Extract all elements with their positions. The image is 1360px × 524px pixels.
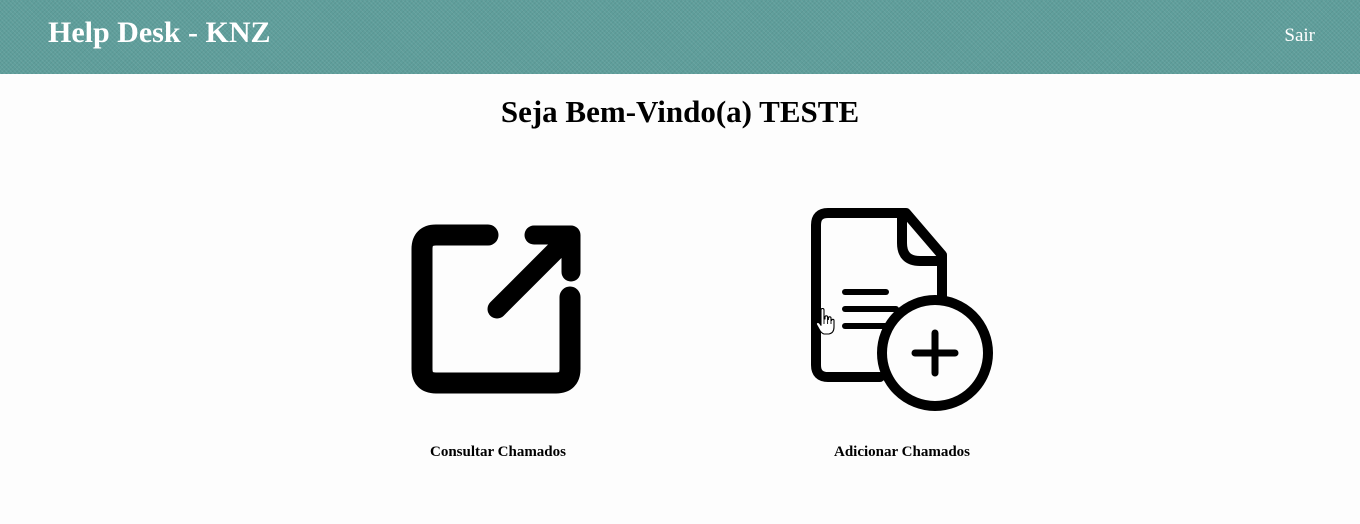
add-tickets-button[interactable]: Adicionar Chamados: [772, 205, 1032, 475]
navbar: Help Desk - KNZ Sair: [0, 0, 1360, 74]
consult-tickets-button[interactable]: Consultar Chamados: [368, 205, 628, 475]
file-add-icon: [811, 208, 993, 411]
brand-title[interactable]: Help Desk - KNZ: [48, 15, 271, 51]
welcome-heading: Seja Bem-Vindo(a) TESTE: [500, 94, 860, 129]
consult-tickets-label: Consultar Chamados: [429, 444, 566, 460]
logout-link[interactable]: Sair: [1284, 25, 1315, 47]
hand-pointer-icon: [815, 308, 835, 335]
external-link-icon: [411, 224, 581, 394]
add-tickets-label: Adicionar Chamados: [834, 444, 970, 460]
